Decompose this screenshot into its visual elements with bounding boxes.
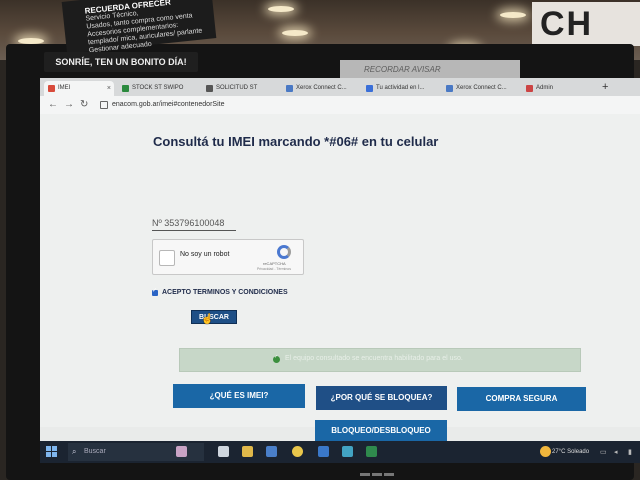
browser-toolbar: ← → ↻ enacom.gob.ar/imei#contenedorSite	[40, 96, 640, 114]
chrome-icon[interactable]	[292, 446, 303, 457]
back-icon[interactable]: ←	[48, 98, 58, 112]
volume-icon[interactable]: ◂	[614, 448, 618, 456]
tab-imei[interactable]: IMEI ×	[44, 81, 114, 96]
xerox-icon	[286, 85, 293, 92]
url-text: enacom.gob.ar/imei#contenedorSite	[112, 101, 225, 108]
sheets-icon	[122, 85, 129, 92]
monitor-brand-logo: ▬▬▬	[360, 468, 396, 479]
tab-solicitud[interactable]: SOLICITUD ST	[202, 81, 278, 96]
ceiling-light	[268, 6, 294, 12]
tab-label: Xerox Connect C...	[296, 85, 347, 91]
store-sign: CH	[532, 2, 640, 46]
taskbar: ⌕ Buscar 27°C Soleado ▭ ◂ ▮	[40, 441, 640, 463]
tab-label: Admin	[536, 85, 554, 91]
ceiling-light	[500, 12, 526, 18]
tab-label: IMEI	[58, 85, 71, 91]
task-view-icon[interactable]	[218, 446, 229, 457]
weather-icon[interactable]	[540, 446, 551, 457]
favicon-icon	[48, 85, 55, 92]
recaptcha-logo-icon	[277, 245, 291, 259]
compra-segura-button[interactable]: COMPRA SEGURA	[457, 387, 586, 411]
tab-label: Xerox Connect C...	[456, 85, 507, 91]
forward-icon[interactable]: →	[64, 98, 74, 112]
imei-input[interactable]: Nº 353796100048	[152, 217, 236, 231]
recaptcha-terms[interactable]: Privacidad - Términos	[257, 267, 291, 271]
que-es-imei-button[interactable]: ¿QUÉ ES IMEI?	[173, 384, 305, 408]
tab-actividad[interactable]: Tu actividad en l...	[362, 81, 438, 96]
tab-stock[interactable]: STOCK ST SWIPO	[118, 81, 198, 96]
tab-xerox-2[interactable]: Xerox Connect C...	[442, 81, 518, 96]
close-icon[interactable]: ×	[107, 81, 111, 96]
result-alert: El equipo consultado se encuentra habili…	[179, 348, 581, 372]
bezel-label: SONRÍE, TEN UN BONITO DÍA!	[44, 52, 198, 72]
tab-label: STOCK ST SWIPO	[132, 85, 184, 91]
hippo-icon	[176, 446, 187, 457]
xerox-icon	[446, 85, 453, 92]
file-explorer-icon[interactable]	[242, 446, 253, 457]
terms-label: ACEPTO TERMINOS Y CONDICIONES	[162, 289, 288, 296]
cursor-icon: ☝	[201, 314, 214, 325]
search-button[interactable]: BUSCAR	[191, 310, 237, 324]
page-content	[40, 114, 640, 427]
tab-xerox-1[interactable]: Xerox Connect C...	[282, 81, 358, 96]
network-icon[interactable]: ▭	[600, 448, 607, 456]
reload-icon[interactable]: ↻	[80, 98, 88, 112]
ceiling-light	[282, 30, 308, 36]
address-bar[interactable]: enacom.gob.ar/imei#contenedorSite	[98, 99, 628, 111]
taskbar-search-placeholder: Buscar	[84, 448, 106, 455]
doc-icon	[206, 85, 213, 92]
outlook-icon[interactable]	[318, 446, 329, 457]
new-tab-button[interactable]: +	[602, 78, 608, 96]
store-icon[interactable]	[266, 446, 277, 457]
search-icon: ⌕	[72, 447, 77, 456]
activity-icon	[366, 85, 373, 92]
recaptcha-label: No soy un robot	[180, 251, 230, 258]
por-que-se-bloquea-button[interactable]: ¿POR QUÉ SE BLOQUEA?	[316, 386, 447, 410]
terms-checkbox[interactable]	[152, 287, 158, 296]
recaptcha-brand: reCAPTCHA	[263, 261, 286, 266]
bloqueo-desbloqueo-button[interactable]: BLOQUEO/DESBLOQUEO	[315, 420, 447, 442]
result-message: El equipo consultado se encuentra habili…	[285, 355, 463, 362]
tab-admin[interactable]: Admin	[522, 81, 598, 96]
tab-label: SOLICITUD ST	[216, 85, 258, 91]
tab-bar: IMEI × STOCK ST SWIPO SOLICITUD ST Xerox…	[40, 78, 640, 96]
tab-label: Tu actividad en l...	[376, 85, 425, 91]
recaptcha-checkbox[interactable]	[159, 250, 175, 266]
excel-icon[interactable]	[366, 446, 377, 457]
weather-text: 27°C Soleado	[552, 449, 590, 455]
page-title: Consultá tu IMEI marcando *#06# en tu ce…	[153, 134, 439, 149]
windows-start-icon[interactable]	[46, 446, 58, 458]
battery-icon[interactable]: ▮	[628, 448, 632, 456]
edge-icon[interactable]	[342, 446, 353, 457]
tape-note: RECORDAR AVISAR	[340, 60, 520, 80]
admin-icon	[526, 85, 533, 92]
check-circle-icon	[273, 354, 280, 363]
recaptcha-widget: No soy un robot reCAPTCHA Privacidad - T…	[152, 239, 304, 275]
